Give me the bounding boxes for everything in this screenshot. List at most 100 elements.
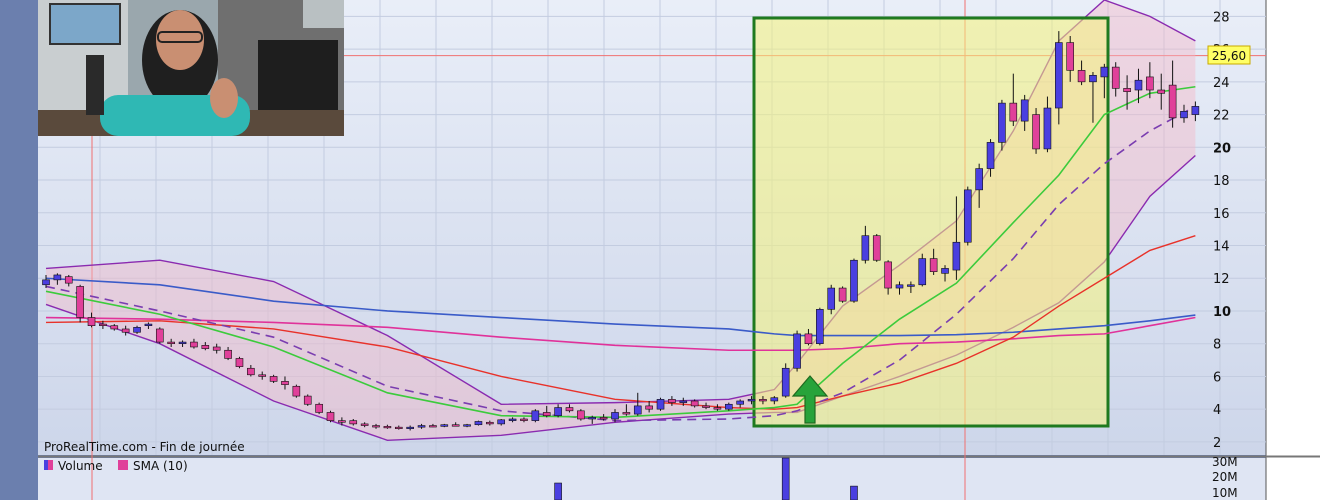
candle [918, 253, 927, 287]
candle-body [1089, 74, 1097, 83]
chart-window: 246810121416182022242628 25,60 ProRealTi… [0, 0, 1320, 500]
candle-body [338, 420, 346, 423]
candle-body [952, 241, 961, 271]
candle-body [542, 412, 551, 417]
candle [850, 258, 858, 303]
candle-body [1066, 42, 1074, 71]
candle-body [998, 102, 1006, 143]
candle [656, 397, 665, 411]
candle-body [326, 412, 335, 421]
candle-body [1100, 66, 1109, 78]
candle-body [372, 425, 380, 428]
candle-body [178, 341, 187, 345]
candle [235, 356, 244, 369]
candle-body [1020, 99, 1029, 122]
candle-body [76, 286, 84, 318]
candle-body [759, 399, 767, 402]
candle-body [679, 400, 688, 403]
candle-body [360, 423, 369, 426]
candle-body [406, 426, 414, 429]
candle-body [1043, 107, 1052, 150]
candle-body [99, 323, 107, 327]
watermark-text: ProRealTime.com - Fin de journée [44, 440, 245, 454]
candle [315, 402, 323, 415]
y-tick-label: 4 [1213, 403, 1221, 418]
candle-body [110, 325, 119, 330]
candle-body [190, 341, 198, 348]
y-tick-label: 20 [1213, 141, 1231, 156]
candle-body [508, 418, 517, 421]
candle-body [429, 425, 437, 428]
candle-body [770, 397, 779, 402]
candle-body [645, 405, 653, 410]
volume-tick-label: 20M [1212, 470, 1238, 484]
candle-body [713, 407, 722, 410]
candle-body [247, 367, 255, 376]
current-price-label: 25,60 [1212, 49, 1246, 63]
candle-body [224, 349, 232, 359]
candle-body [315, 403, 323, 413]
candle-body [884, 261, 892, 289]
candle-body [668, 399, 676, 403]
candle-body [611, 412, 619, 420]
volume-bar [850, 485, 858, 500]
candle-body [1134, 79, 1143, 91]
candle-body [144, 323, 153, 327]
y-tick-label: 18 [1213, 174, 1230, 189]
candle [577, 409, 585, 421]
candle-body [235, 358, 244, 367]
candle-body [486, 421, 494, 425]
candle-body [156, 328, 164, 343]
candle-body [1146, 76, 1154, 91]
candle-body [1123, 88, 1131, 92]
y-tick-label: 16 [1213, 207, 1230, 222]
candle [76, 284, 84, 323]
legend-volume-label: Volume [58, 459, 103, 473]
y-tick-label: 22 [1213, 109, 1230, 124]
candle-body [588, 417, 597, 420]
candle-body [258, 374, 267, 377]
candle-body [212, 346, 221, 351]
candle-body [1180, 110, 1188, 119]
volume-bar [781, 457, 790, 500]
candle [838, 286, 847, 303]
highlight-box [752, 16, 1110, 428]
volume-bar [554, 482, 562, 500]
candle-body [941, 268, 949, 274]
candle [1032, 108, 1040, 154]
y-tick-label: 8 [1213, 338, 1221, 353]
candle-body [827, 287, 836, 310]
webcam-overlay [38, 0, 344, 136]
y-tick-label: 6 [1213, 370, 1221, 385]
candle-body [463, 424, 471, 427]
candle-body [850, 259, 858, 302]
legend-sma-label: SMA (10) [133, 459, 188, 473]
candle-body [724, 403, 733, 410]
y-tick-label: 28 [1213, 10, 1230, 25]
candle-body [349, 420, 358, 425]
candle-body [565, 407, 574, 412]
candle-body [690, 400, 699, 407]
candle [474, 420, 483, 426]
candle-body [531, 410, 540, 421]
y-tick-label: 12 [1213, 272, 1230, 287]
candle-body [440, 424, 449, 427]
candle-body [929, 258, 938, 272]
candle [156, 327, 164, 344]
candle-body [474, 421, 483, 426]
candle-body [417, 425, 426, 428]
candle [531, 409, 540, 423]
candle-body [736, 400, 744, 405]
candle-body [918, 258, 927, 286]
candle-body [383, 426, 392, 429]
volume-tick-label: 10M [1212, 486, 1238, 500]
candle-body [303, 395, 312, 405]
candle-body [520, 418, 528, 421]
candle-body [838, 287, 847, 302]
candle-body [87, 317, 96, 327]
candle-body [1111, 66, 1120, 89]
candle-body [53, 274, 62, 281]
candle-body [907, 284, 915, 287]
candle [872, 234, 881, 262]
candle-body [121, 328, 130, 333]
